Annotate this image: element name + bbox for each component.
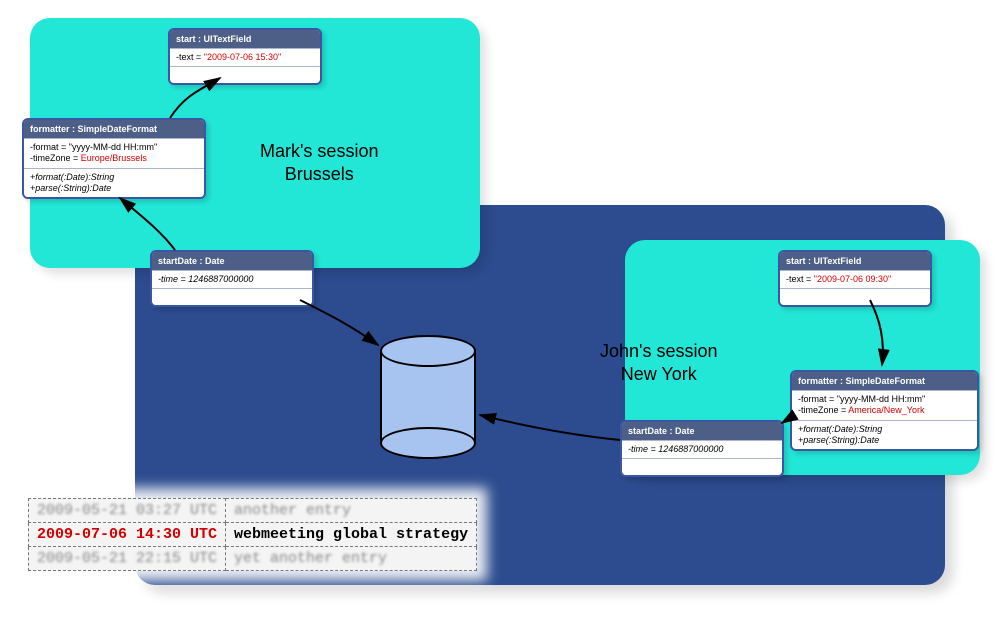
object-header: start : UITextField [780, 252, 930, 270]
object-empty-row [780, 288, 930, 305]
diagram-canvas: Mark's session Brussels John's session N… [0, 0, 996, 634]
row-desc: webmeeting global strategy [226, 523, 477, 547]
database-icon [380, 335, 472, 455]
object-attr: -time = 1246887000000 [622, 440, 782, 458]
john-formatter: formatter : SimpleDateFormat -format = "… [790, 370, 979, 451]
object-header: formatter : SimpleDateFormat [792, 372, 977, 390]
row-desc: another entry [226, 499, 477, 523]
object-methods: +format(:Date):String +parse(:String):Da… [24, 168, 204, 198]
table-row: 2009-05-21 22:15 UTC yet another entry [29, 547, 477, 571]
mark-formatter: formatter : SimpleDateFormat -format = "… [22, 118, 206, 199]
mark-startdate: startDate : Date -time = 1246887000000 [150, 250, 314, 307]
object-attr: -format = "yyyy-MM-dd HH:mm" -timeZone =… [792, 390, 977, 420]
object-header: formatter : SimpleDateFormat [24, 120, 204, 138]
object-attr: -text = "2009-07-06 15:30" [170, 48, 320, 66]
row-desc: yet another entry [226, 547, 477, 571]
database-rows-table: 2009-05-21 03:27 UTC another entry 2009-… [28, 498, 477, 571]
row-time: 2009-07-06 14:30 UTC [29, 523, 226, 547]
table-row: 2009-07-06 14:30 UTC webmeeting global s… [29, 523, 477, 547]
row-time: 2009-05-21 22:15 UTC [29, 547, 226, 571]
object-header: startDate : Date [152, 252, 312, 270]
object-attr: -text = "2009-07-06 09:30" [780, 270, 930, 288]
object-header: start : UITextField [170, 30, 320, 48]
mark-start-uitextfield: start : UITextField -text = "2009-07-06 … [168, 28, 322, 85]
row-time: 2009-05-21 03:27 UTC [29, 499, 226, 523]
table-row: 2009-05-21 03:27 UTC another entry [29, 499, 477, 523]
object-methods: +format(:Date):String +parse(:String):Da… [792, 420, 977, 450]
john-session-label: John's session New York [600, 340, 718, 385]
object-empty-row [170, 66, 320, 83]
mark-session-label: Mark's session Brussels [260, 140, 378, 185]
john-startdate: startDate : Date -time = 1246887000000 [620, 420, 784, 477]
john-start-uitextfield: start : UITextField -text = "2009-07-06 … [778, 250, 932, 307]
object-attr: -time = 1246887000000 [152, 270, 312, 288]
object-header: startDate : Date [622, 422, 782, 440]
object-attr: -format = "yyyy-MM-dd HH:mm" -timeZone =… [24, 138, 204, 168]
object-empty-row [152, 288, 312, 305]
object-empty-row [622, 458, 782, 475]
